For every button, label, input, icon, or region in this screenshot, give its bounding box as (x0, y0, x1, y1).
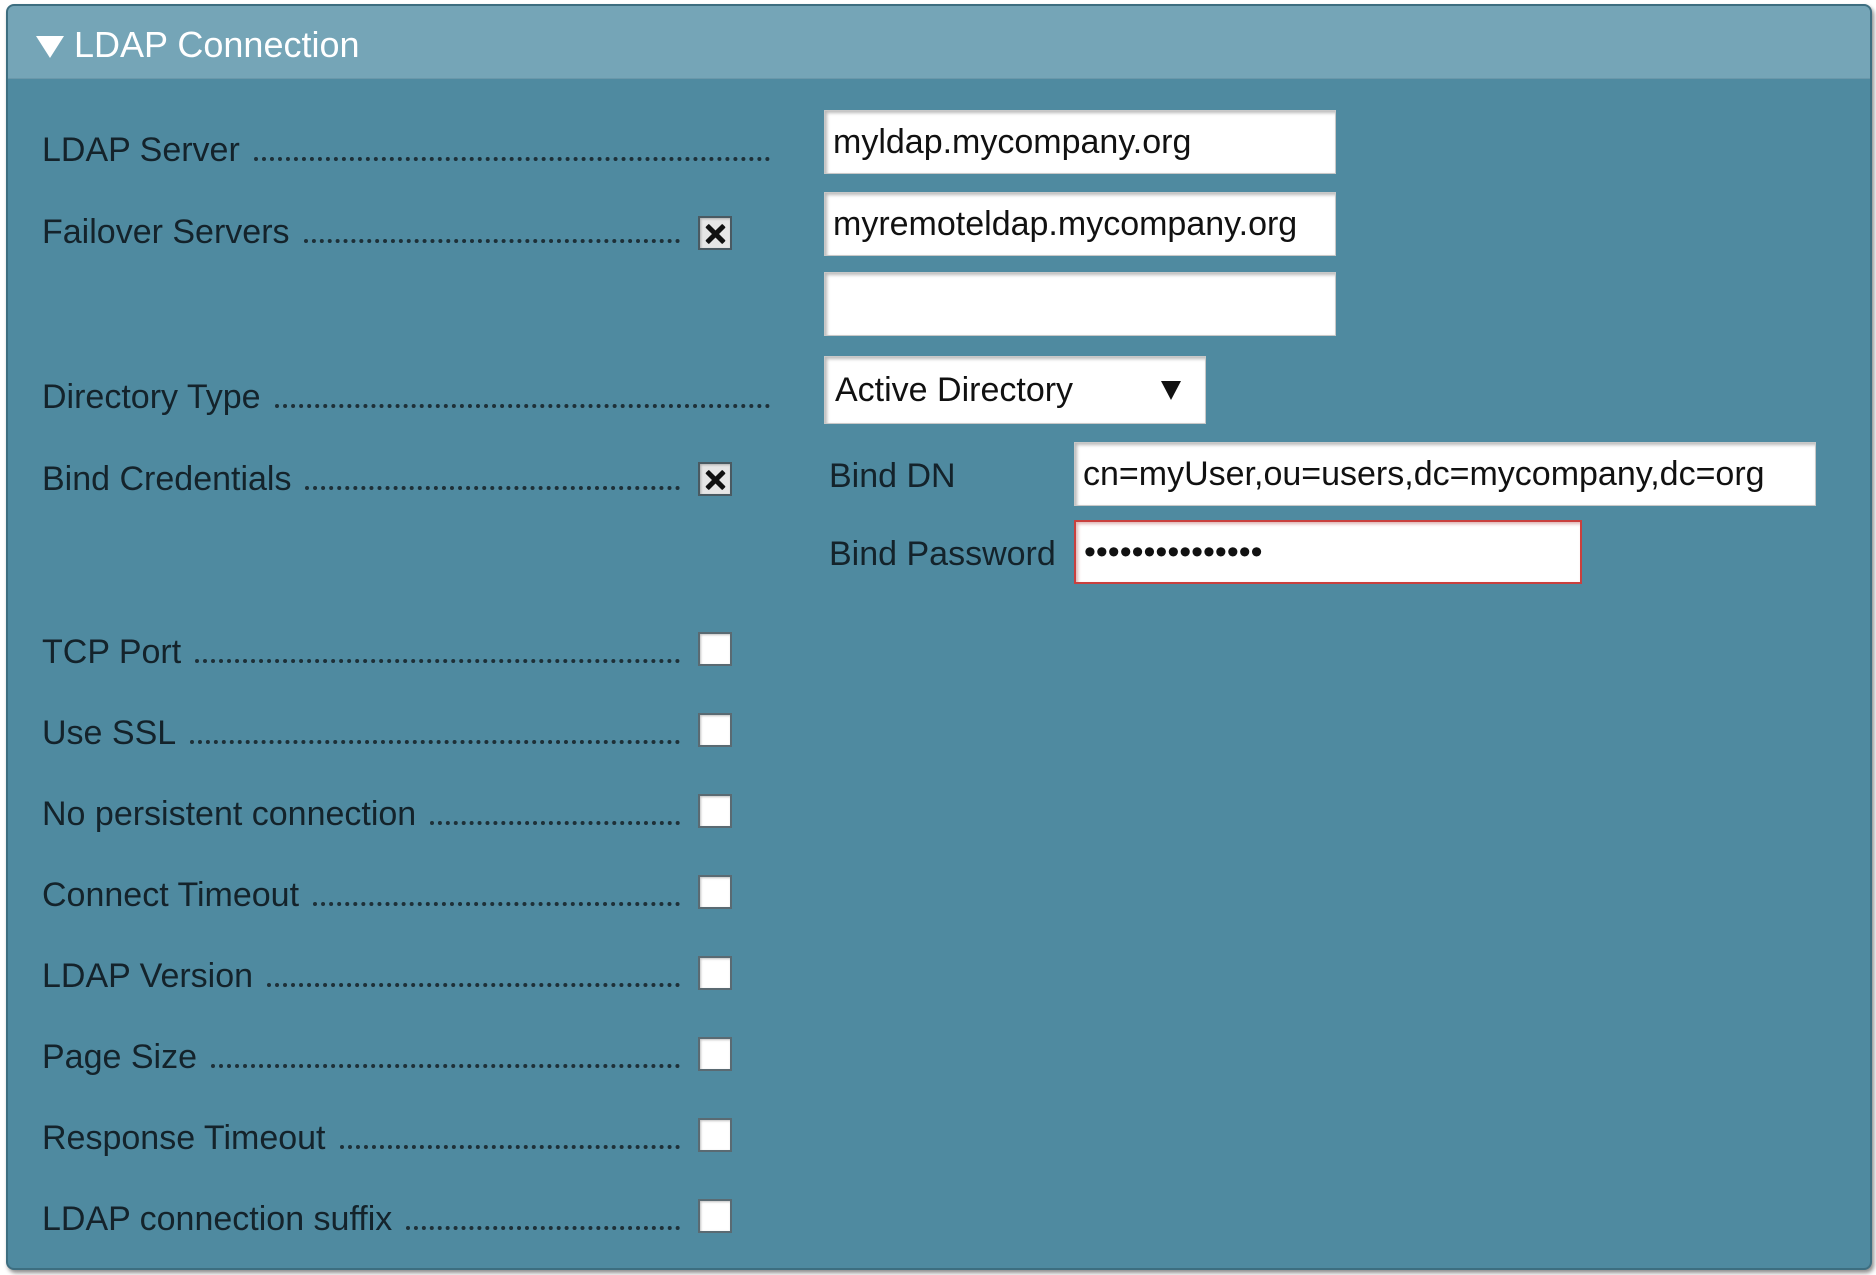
use-ssl-label: Use SSL (42, 707, 680, 753)
failover-servers-label: Failover Servers (42, 206, 680, 252)
dot-leader (303, 239, 680, 243)
dot-leader (253, 157, 770, 161)
bind-dn-label: Bind DN (829, 457, 956, 495)
directory-type-select[interactable]: Active Directory (824, 356, 1206, 424)
bind-credentials-checkbox[interactable] (698, 462, 732, 496)
ldap-server-label: LDAP Server (42, 124, 770, 170)
use-ssl-checkbox[interactable] (698, 713, 732, 747)
no-persistent-connection-checkbox[interactable] (698, 794, 732, 828)
triangle-down-icon (1161, 381, 1181, 400)
panel-header[interactable]: LDAP Connection (8, 6, 1870, 79)
tcp-port-checkbox[interactable] (698, 632, 732, 666)
dot-leader (430, 821, 680, 825)
no-persistent-connection-label: No persistent connection (42, 788, 680, 834)
connect-timeout-label: Connect Timeout (42, 869, 680, 915)
x-mark-icon (706, 224, 724, 242)
directory-type-label: Directory Type (42, 371, 770, 417)
failover-servers-checkbox[interactable] (698, 216, 732, 250)
dot-leader (267, 983, 680, 987)
ldap-server-input[interactable] (824, 110, 1336, 174)
ldap-version-label: LDAP Version (42, 950, 680, 996)
tcp-port-label: TCP Port (42, 626, 680, 672)
failover-server-input-2[interactable] (824, 272, 1336, 336)
dot-leader (313, 902, 680, 906)
response-timeout-checkbox[interactable] (698, 1118, 732, 1152)
ldap-connection-panel: LDAP Connection LDAP Server Failover Ser… (6, 4, 1872, 1270)
connect-timeout-checkbox[interactable] (698, 875, 732, 909)
bind-password-input[interactable] (1074, 520, 1582, 584)
response-timeout-label: Response Timeout (42, 1112, 680, 1158)
bind-password-label: Bind Password (829, 535, 1056, 573)
dot-leader (211, 1064, 680, 1068)
page-size-checkbox[interactable] (698, 1037, 732, 1071)
bind-dn-input[interactable] (1074, 442, 1816, 506)
x-mark-icon (706, 470, 724, 488)
panel-title: LDAP Connection (74, 24, 360, 65)
ldap-connection-suffix-label: LDAP connection suffix (42, 1193, 680, 1239)
page-size-label: Page Size (42, 1031, 680, 1077)
ldap-connection-suffix-checkbox[interactable] (698, 1199, 732, 1233)
dot-leader (406, 1226, 680, 1230)
triangle-down-icon[interactable] (36, 36, 64, 58)
dot-leader (274, 404, 770, 408)
dot-leader (195, 659, 680, 663)
bind-credentials-label: Bind Credentials (42, 453, 680, 499)
dot-leader (305, 486, 680, 490)
directory-type-selected: Active Directory (835, 371, 1074, 409)
ldap-version-checkbox[interactable] (698, 956, 732, 990)
failover-server-input-1[interactable] (824, 192, 1336, 256)
dot-leader (190, 740, 680, 744)
dot-leader (339, 1145, 680, 1149)
